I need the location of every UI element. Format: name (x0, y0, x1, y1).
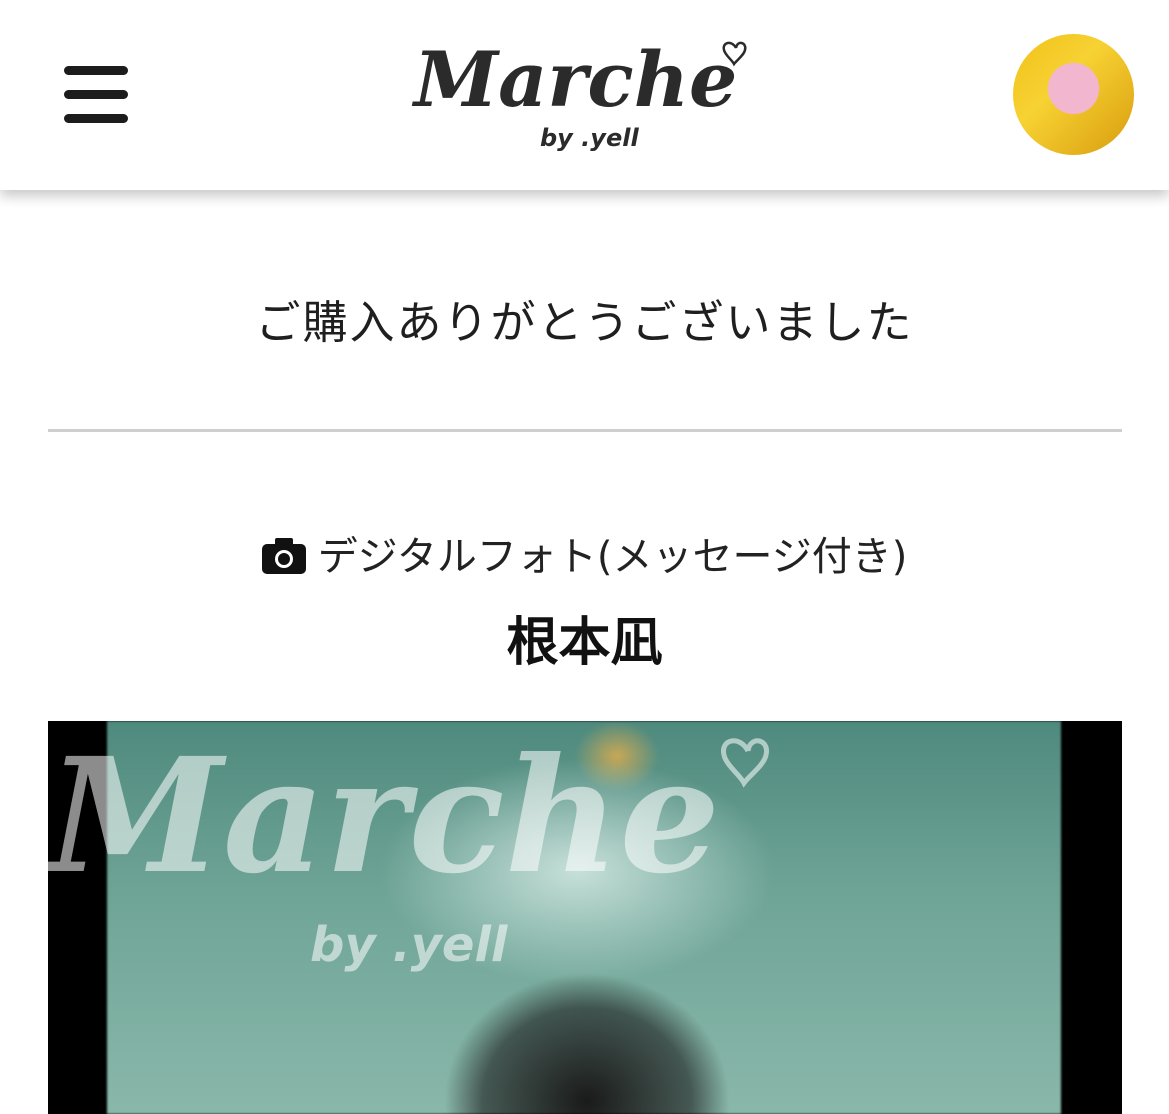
divider (48, 429, 1122, 432)
logo-byline: by .yell (540, 124, 639, 152)
watermark-heart-icon (721, 738, 769, 788)
product-name: 根本凪 (506, 613, 663, 673)
menu-button[interactable] (58, 60, 134, 130)
watermark-logo: Marche by .yell (48, 724, 769, 973)
hamburger-menu-icon-bar (64, 90, 128, 99)
watermark-byline: by .yell (310, 917, 508, 973)
app-header: Marche by .yell (0, 0, 1169, 190)
camera-icon (261, 538, 306, 574)
photo-frame: Marche by .yell (48, 721, 1122, 1114)
logo-title: Marche (411, 35, 737, 124)
thanks-message: ご購入ありがとうございました (255, 296, 914, 349)
product-type-label: デジタルフォト(メッセージ付き) (317, 534, 908, 580)
user-avatar[interactable] (1013, 34, 1134, 155)
hamburger-menu-icon (64, 66, 128, 75)
watermark-title: Marche (48, 724, 720, 909)
marche-logo[interactable]: Marche by .yell (410, 28, 760, 156)
product-type: デジタルフォト(メッセージ付き) (0, 524, 1169, 582)
hamburger-menu-icon-bar (64, 114, 128, 123)
